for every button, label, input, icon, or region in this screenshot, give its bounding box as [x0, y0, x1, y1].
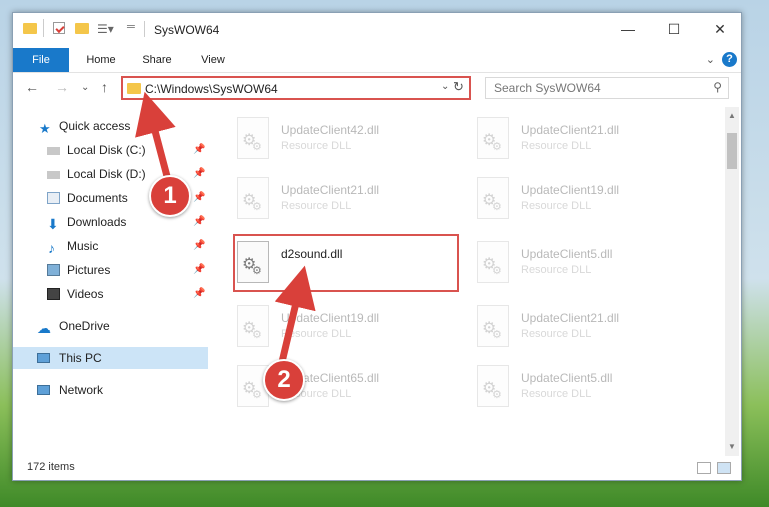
arrow-1: [135, 91, 176, 181]
callout-badge-2: 2: [263, 359, 305, 401]
annotation-arrows: [135, 91, 316, 363]
arrow-2: [274, 265, 316, 363]
callout-badge-1: 1: [149, 175, 191, 217]
